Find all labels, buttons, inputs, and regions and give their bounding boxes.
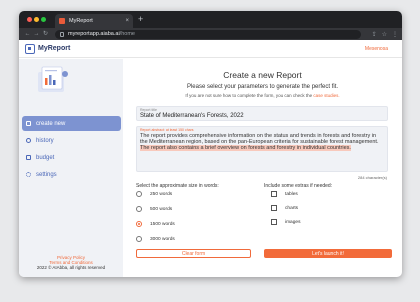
extra-label: charts bbox=[285, 205, 299, 211]
size-option-label: 500 words bbox=[150, 206, 173, 212]
pen-icon bbox=[26, 121, 31, 126]
back-icon[interactable]: ← bbox=[23, 29, 32, 39]
report-title-field[interactable]: Report title State of Mediterranean's Fo… bbox=[136, 106, 388, 121]
maximize-window-button[interactable] bbox=[41, 17, 46, 22]
report-abstract-label: Report abstract: at least 150 chars bbox=[140, 128, 194, 132]
help-hint: If you are not sure how to complete the … bbox=[123, 93, 402, 98]
checkbox[interactable] bbox=[271, 219, 277, 225]
abstract-highlight-text: The report also contains a brief overvie… bbox=[140, 145, 351, 152]
size-option-label: 1500 words bbox=[150, 221, 175, 227]
radio-button[interactable] bbox=[136, 236, 142, 242]
browser-toolbar: ← → ↻ myreportapp.aiaba.ai /home ⇪ ☆ ⋮ bbox=[19, 28, 402, 40]
sidebar-item-label: history bbox=[36, 137, 54, 144]
size-option-3000[interactable]: 3000 words bbox=[136, 236, 175, 242]
star-icon[interactable]: ☆ bbox=[382, 31, 387, 38]
copyright-text: 2022 © AIAbba, all rights reserved bbox=[36, 265, 106, 270]
tab-title: MyReport bbox=[69, 18, 93, 24]
radio-button[interactable] bbox=[136, 191, 142, 197]
report-abstract-field[interactable]: Report abstract: at least 150 chars The … bbox=[136, 126, 388, 172]
sidebar-item-budget[interactable]: budget bbox=[22, 150, 121, 165]
user-name-link[interactable]: Mesenosa bbox=[365, 46, 388, 52]
menu-icon[interactable]: ⋮ bbox=[392, 31, 398, 38]
launch-button[interactable]: Let's launch it! bbox=[264, 249, 392, 258]
sidebar-footer: Privacy Policy Terms and Conditions 2022… bbox=[19, 255, 123, 270]
size-option-label: 3000 words bbox=[150, 236, 175, 242]
character-count: 284 character(s) bbox=[357, 175, 387, 180]
report-abstract-input[interactable]: The report provides comprehensive inform… bbox=[140, 133, 384, 152]
minimize-window-button[interactable] bbox=[34, 17, 39, 22]
size-option-label: 250 words bbox=[150, 191, 173, 197]
url-domain: myreportapp.aiaba.ai bbox=[68, 31, 120, 37]
sidebar: create new history budget settings Priva… bbox=[19, 59, 123, 277]
abstract-text: The report provides comprehensive inform… bbox=[140, 133, 379, 146]
page-title: Create a new Report bbox=[223, 70, 302, 80]
report-illustration-icon bbox=[38, 66, 68, 92]
hint-text: If you are not sure how to complete the … bbox=[185, 93, 313, 98]
close-window-button[interactable] bbox=[27, 17, 32, 22]
sidebar-item-label: settings bbox=[36, 171, 57, 178]
lock-icon bbox=[60, 31, 64, 37]
sidebar-item-history[interactable]: history bbox=[22, 133, 121, 148]
sidebar-item-settings[interactable]: settings bbox=[22, 167, 121, 182]
sidebar-item-create-new[interactable]: create new bbox=[22, 116, 121, 131]
tab-bar: MyReport × + bbox=[19, 11, 402, 28]
main-content: Create a new Report Please select your p… bbox=[123, 59, 402, 277]
url-path: /home bbox=[119, 31, 135, 37]
report-title-label: Report title bbox=[140, 108, 157, 112]
checkbox[interactable] bbox=[271, 205, 277, 211]
app-logo[interactable]: MyReport bbox=[38, 45, 70, 52]
address-bar[interactable]: myreportapp.aiaba.ai /home bbox=[55, 29, 361, 39]
page-subtitle: Please select your parameters to generat… bbox=[186, 84, 339, 90]
size-option-500[interactable]: 500 words bbox=[136, 206, 172, 212]
browser-tab[interactable]: MyReport × bbox=[55, 14, 133, 28]
sidebar-item-label: create new bbox=[36, 120, 66, 127]
report-title-input[interactable]: State of Mediterranean's Forests, 2022 bbox=[140, 113, 244, 119]
case-studies-link[interactable]: case studies. bbox=[313, 93, 339, 98]
app-header: MyReport Mesenosa bbox=[19, 40, 402, 58]
size-option-1500[interactable]: 1500 words bbox=[136, 221, 175, 227]
size-option-250[interactable]: 250 words bbox=[136, 191, 172, 197]
clear-form-button[interactable]: Clear form bbox=[136, 249, 251, 258]
logo-icon bbox=[25, 43, 35, 54]
extra-charts[interactable]: charts bbox=[271, 205, 298, 211]
extra-tables[interactable]: tables bbox=[271, 191, 298, 197]
share-icon[interactable]: ⇪ bbox=[372, 31, 377, 38]
radio-button[interactable] bbox=[136, 206, 142, 212]
favicon-icon bbox=[59, 18, 65, 24]
extras-section-label: Include some extras if needed: bbox=[264, 183, 333, 189]
size-section-label: Select the approximate size in words: bbox=[136, 183, 219, 189]
forward-icon[interactable]: → bbox=[32, 29, 41, 39]
gear-icon bbox=[26, 172, 31, 177]
sidebar-item-label: budget bbox=[36, 154, 55, 161]
new-tab-button[interactable]: + bbox=[138, 14, 143, 25]
browser-window: MyReport × + ← → ↻ myreportapp.aiaba.ai … bbox=[19, 11, 402, 277]
extra-label: tables bbox=[285, 191, 298, 197]
close-tab-icon[interactable]: × bbox=[125, 18, 129, 24]
checkbox[interactable] bbox=[271, 191, 277, 197]
extra-images[interactable]: images bbox=[271, 219, 300, 225]
reload-icon[interactable]: ↻ bbox=[41, 29, 50, 39]
briefcase-icon bbox=[26, 155, 31, 160]
clock-icon bbox=[26, 138, 31, 143]
extra-label: images bbox=[285, 219, 301, 225]
radio-button-selected[interactable] bbox=[136, 221, 142, 227]
